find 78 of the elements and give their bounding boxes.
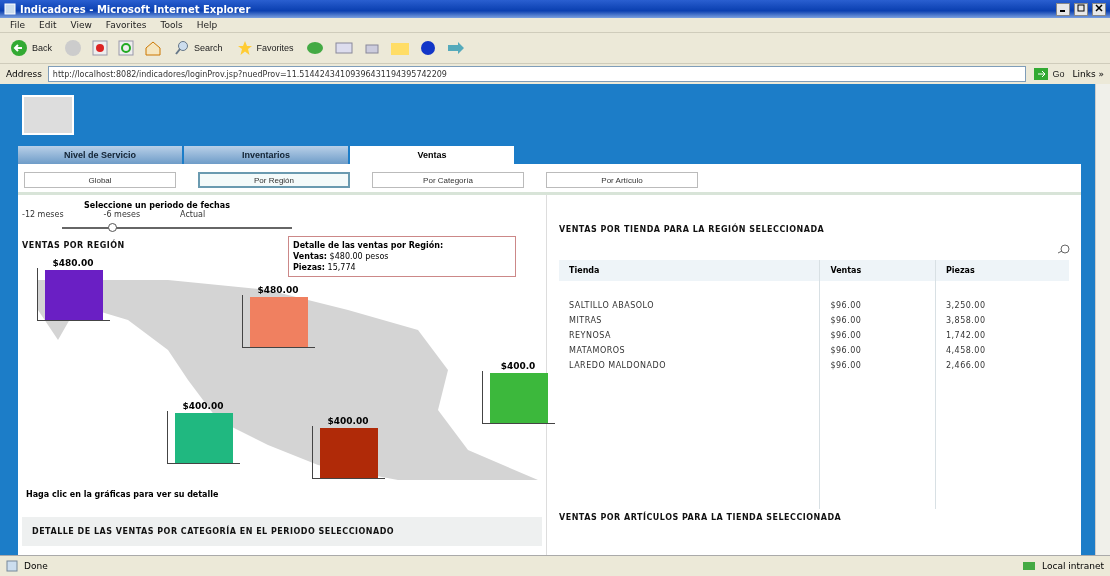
- table-cell: MATAMOROS: [559, 343, 820, 358]
- address-label: Address: [6, 69, 42, 79]
- home-icon[interactable]: [144, 40, 162, 56]
- star-icon: [236, 40, 253, 56]
- section-heading: VENTAS POR ARTÍCULOS PARA LA TIENDA SELECCIONADA: [559, 513, 843, 522]
- links-button[interactable]: Links »: [1072, 69, 1104, 79]
- table-cell: $96.00: [819, 343, 936, 358]
- slider-tick-label: Actual: [180, 210, 206, 219]
- menu-item[interactable]: Favorites: [105, 20, 147, 30]
- browser-icon: [4, 3, 16, 15]
- section-heading: VENTAS POR REGIÓN: [21, 238, 125, 250]
- table-cell: $96.00: [819, 328, 936, 343]
- close-icon: [1095, 4, 1103, 12]
- section-heading: DETALLE DE LAS VENTAS POR CATEGORÍA EN EL PERIODO SELECCIONADO: [22, 517, 542, 546]
- column-header[interactable]: Tienda: [559, 260, 820, 281]
- menu-item[interactable]: File: [10, 20, 26, 30]
- refresh-icon[interactable]: [118, 40, 134, 56]
- table-cell: $96.00: [819, 281, 936, 313]
- status-text: Done: [24, 561, 48, 571]
- bar-value: $400.00: [182, 401, 224, 411]
- subtab[interactable]: Global: [24, 172, 176, 188]
- arrow-icon[interactable]: [445, 40, 466, 56]
- tooltip-label: Piezas:: [293, 263, 326, 272]
- bar-value: $480.00: [257, 285, 299, 295]
- bar-value: $480.00: [52, 258, 94, 268]
- search-icon: [174, 40, 190, 56]
- table-cell: MITRAS: [559, 313, 820, 328]
- table-cell: 4,458.00: [935, 343, 1069, 358]
- hint-text: Haga clic en la gráficas para ver su detalle: [25, 490, 220, 499]
- menu-item[interactable]: View: [70, 20, 92, 30]
- tooltip-value: 15,774: [327, 263, 356, 272]
- subtab[interactable]: Por Artículo: [546, 172, 698, 188]
- address-field[interactable]: http://localhost:8082/indicadores/loginProv.jsp?nuedProv=11.51442434109396431194395742209: [47, 66, 1027, 82]
- subtab[interactable]: Por Región: [198, 172, 350, 188]
- tooltip-title: Detalle de las ventas por Región:: [293, 240, 445, 251]
- period-title: Seleccione un periodo de fechas: [83, 201, 231, 210]
- table-cell: 1,742.00: [935, 328, 1069, 343]
- minimize-button[interactable]: [1056, 2, 1070, 16]
- tooltip-value: $480.00 pesos: [329, 252, 389, 261]
- table-cell: SALTILLO ABASOLO: [559, 281, 820, 313]
- go-button[interactable]: Go: [1032, 66, 1067, 82]
- logo-placeholder: [22, 95, 74, 135]
- intranet-icon: [1022, 560, 1037, 572]
- search-icon[interactable]: [1057, 244, 1071, 254]
- slider-tick-label: -12 meses: [22, 210, 64, 219]
- column-header[interactable]: Ventas: [819, 260, 936, 281]
- tab[interactable]: Inventarios: [184, 146, 348, 164]
- section-heading: VENTAS POR TIENDA PARA LA REGIÓN SELECCIONADA: [559, 225, 826, 234]
- back-button[interactable]: Back: [8, 37, 54, 59]
- tab[interactable]: Ventas: [350, 146, 514, 164]
- table-cell: 2,466.00: [935, 358, 1069, 373]
- scrollbar[interactable]: [1095, 84, 1110, 555]
- table-cell: LAREDO MALDONADO: [559, 358, 820, 373]
- slider-tick-label: -6 meses: [103, 210, 141, 219]
- maximize-button[interactable]: [1074, 2, 1088, 16]
- column-header[interactable]: Piezas: [935, 260, 1069, 281]
- window-title: Indicadores - Microsoft Internet Explorer: [20, 3, 251, 15]
- menu-item[interactable]: Edit: [39, 20, 57, 30]
- close-button[interactable]: [1092, 2, 1106, 16]
- page-icon: [6, 560, 18, 572]
- subtab[interactable]: Por Categoría: [372, 172, 524, 188]
- menu-item[interactable]: Tools: [160, 20, 183, 30]
- tooltip-label: Ventas:: [293, 252, 328, 261]
- table-cell: 3,250.00: [935, 281, 1069, 313]
- search-button[interactable]: Search: [172, 38, 225, 58]
- menu-item[interactable]: Help: [196, 20, 218, 30]
- table-cell: $96.00: [819, 313, 936, 328]
- favorites-button[interactable]: Favorites: [234, 38, 296, 58]
- table-cell: 3,858.00: [935, 313, 1069, 328]
- maximize-icon: [1077, 4, 1085, 12]
- slider-thumb[interactable]: [108, 223, 117, 232]
- bar-value: $400.00: [327, 416, 369, 426]
- bar-value: $400.0: [500, 361, 536, 371]
- tab[interactable]: Nivel de Servicio: [18, 146, 182, 164]
- stop-icon[interactable]: [92, 40, 108, 56]
- table-cell: $96.00: [819, 358, 936, 373]
- table-cell: REYNOSA: [559, 328, 820, 343]
- zone-text: Local intranet: [1042, 561, 1104, 571]
